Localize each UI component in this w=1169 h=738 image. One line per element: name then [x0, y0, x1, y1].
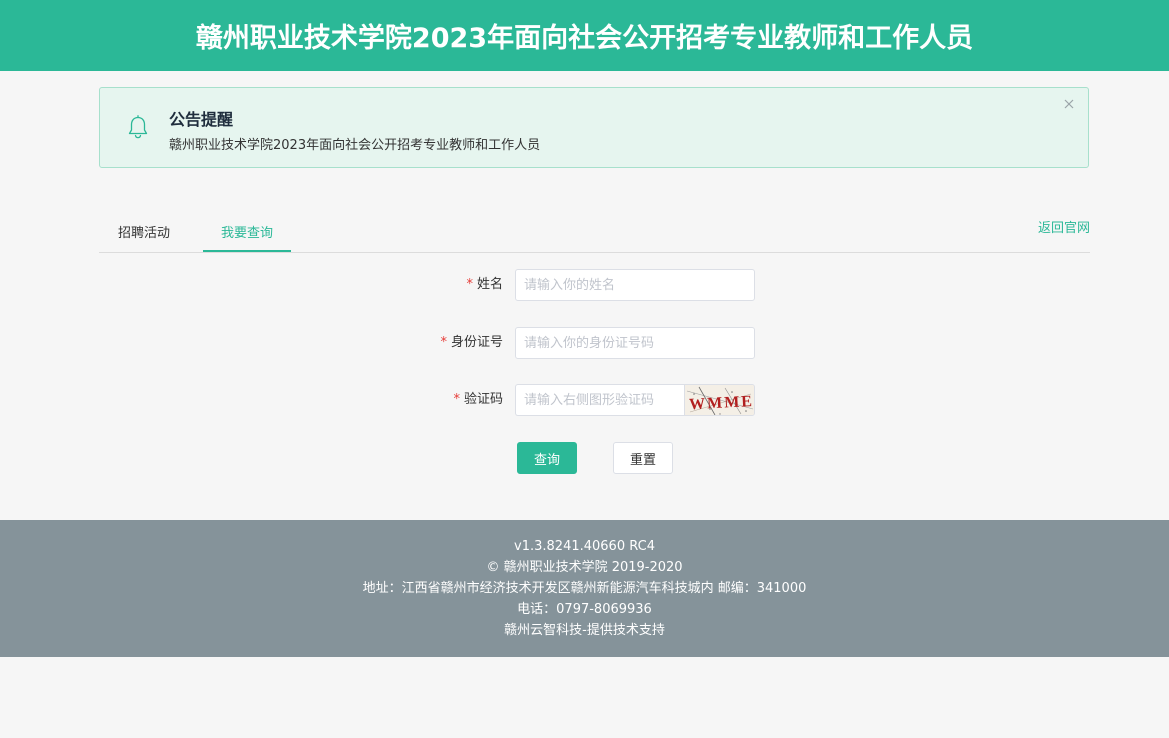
tab-recruitment[interactable]: 招聘活动: [115, 214, 173, 251]
captcha-input[interactable]: [515, 384, 685, 416]
notice-text: 赣州职业技术学院2023年面向社会公开招考专业教师和工作人员: [169, 138, 541, 153]
required-mark: *: [453, 392, 460, 407]
id-number-label: * 身份证号: [440, 335, 503, 350]
footer-phone: 电话：0797-8069936: [517, 602, 652, 617]
captcha-text: WMME: [689, 393, 755, 413]
footer-support: 赣州云智科技-提供技术支持: [504, 623, 665, 638]
required-mark: *: [466, 277, 473, 292]
back-to-site-link[interactable]: 返回官网: [1038, 217, 1090, 236]
tab-bar: 招聘活动 我要查询 返回官网: [99, 214, 1090, 253]
page-title: 赣州职业技术学院2023年面向社会公开招考专业教师和工作人员: [195, 23, 974, 54]
notice-banner: 公告提醒 赣州职业技术学院2023年面向社会公开招考专业教师和工作人员: [99, 87, 1089, 168]
name-row: * 姓名: [0, 269, 1169, 301]
id-number-input[interactable]: [515, 327, 755, 359]
tab-query[interactable]: 我要查询: [203, 214, 291, 252]
footer-version: v1.3.8241.40660 RC4: [514, 539, 655, 554]
close-icon[interactable]: [1062, 96, 1076, 110]
notice-title: 公告提醒: [169, 110, 234, 129]
footer-copyright: © 赣州职业技术学院 2019-2020: [486, 560, 683, 575]
reset-button[interactable]: 重置: [613, 442, 673, 474]
page-header: 赣州职业技术学院2023年面向社会公开招考专业教师和工作人员: [0, 0, 1169, 71]
captcha-label: * 验证码: [453, 392, 503, 407]
footer-address: 地址：江西省赣州市经济技术开发区赣州新能源汽车科技城内 邮编：341000: [362, 581, 807, 596]
bell-icon: [127, 115, 149, 139]
query-button[interactable]: 查询: [517, 442, 577, 474]
captcha-row: *验证码 WMME: [0, 384, 1169, 416]
name-label: * 姓名: [466, 277, 503, 292]
id-number-row: * 身份证号: [0, 327, 1169, 359]
required-mark: *: [440, 335, 447, 350]
captcha-image[interactable]: WMME: [684, 384, 755, 416]
footer: v1.3.8241.40660 RC4 © 赣州职业技术学院 2019-2020…: [0, 520, 1169, 657]
name-input[interactable]: [515, 269, 755, 301]
